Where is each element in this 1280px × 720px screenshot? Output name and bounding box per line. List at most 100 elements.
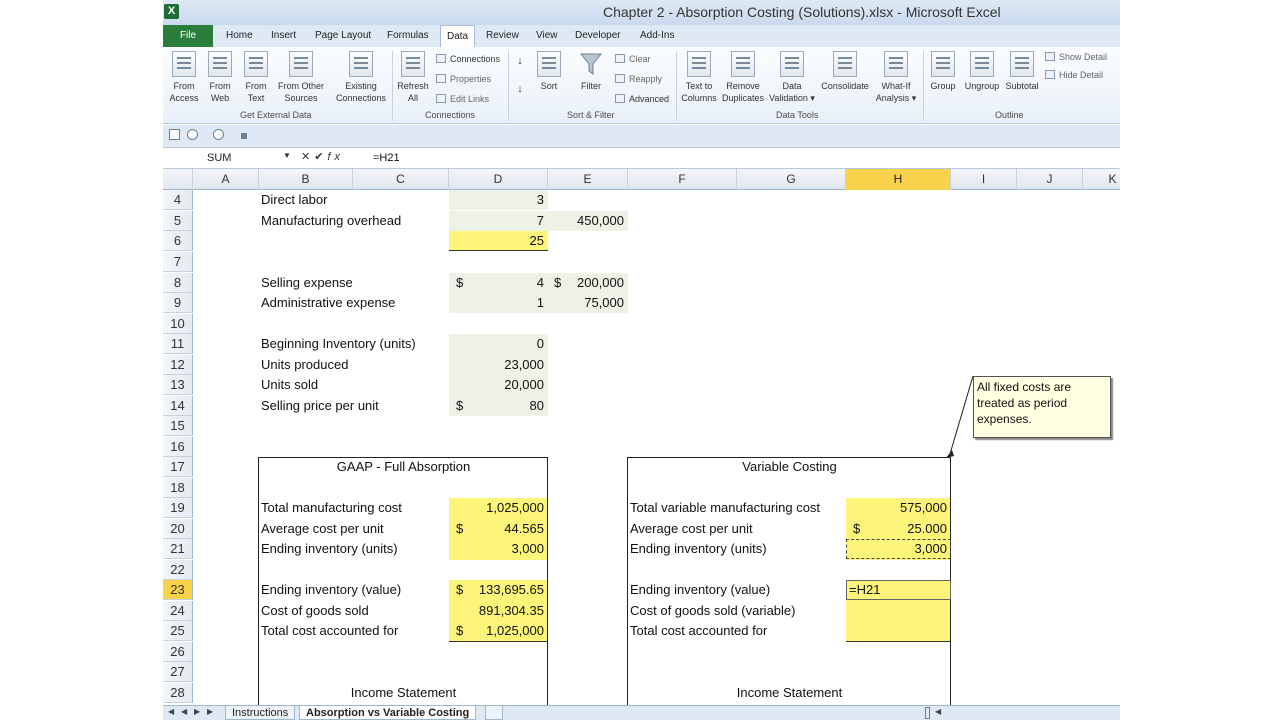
first-sheet-icon[interactable]: ◀ [168,707,174,716]
column-header-selected[interactable]: H [846,169,951,190]
row-header[interactable]: 25 [163,621,193,641]
column-header[interactable]: D [449,169,548,190]
column-header[interactable]: F [628,169,737,190]
tab-add-ins[interactable]: Add-Ins [640,25,674,47]
name-box[interactable]: SUM [163,149,295,167]
column-header[interactable]: J [1017,169,1083,190]
from-text-button[interactable]: From Text [242,51,270,104]
existing-connections-button[interactable]: Existing Connections [333,51,389,104]
column-header[interactable]: E [548,169,628,190]
row-header[interactable]: 28 [163,683,193,703]
tab-developer[interactable]: Developer [575,25,621,47]
consolidate-button[interactable]: Consolidate [819,51,871,92]
properties-button[interactable]: Properties [436,73,491,85]
text-to-columns-button[interactable]: Text to Columns [680,51,718,104]
undo-icon[interactable] [187,129,198,140]
row-header[interactable]: 6 [163,231,193,251]
row-header[interactable]: 21 [163,539,193,559]
row-header[interactable]: 27 [163,662,193,682]
editing-cell-text[interactable]: =H21 [849,580,880,600]
sheet-tab-instructions[interactable]: Instructions [225,706,296,720]
column-header[interactable]: C [353,169,449,190]
redo-icon[interactable] [213,129,224,140]
row-header[interactable]: 18 [163,478,193,498]
tab-page-layout[interactable]: Page Layout [315,25,371,47]
save-icon[interactable] [169,129,180,140]
refresh-all-button[interactable]: Refresh All [396,51,430,104]
enter-icon[interactable]: ✔ [314,151,327,163]
chevron-down-icon[interactable]: ▼ [283,151,291,160]
group-button[interactable]: Group [927,51,959,92]
formula-input[interactable]: =H21 [373,149,400,167]
sort-button[interactable]: Sort [535,51,563,92]
cell-comment[interactable]: All fixed costs are treated as period ex… [973,376,1111,438]
tab-review[interactable]: Review [486,25,519,47]
advanced-filter-button[interactable]: Advanced [615,93,669,105]
tab-formulas[interactable]: Formulas [387,25,429,47]
row-header[interactable]: 8 [163,273,193,293]
tab-insert[interactable]: Insert [271,25,296,47]
tab-file[interactable]: File [163,25,213,47]
row-header[interactable]: 19 [163,498,193,518]
insert-function-icon[interactable]: fx [327,151,344,163]
select-all-corner[interactable] [163,169,193,190]
insert-sheet-icon[interactable] [485,706,503,720]
connections-button[interactable]: Connections [436,53,500,65]
row-header[interactable]: 7 [163,252,193,272]
sheet-tab-absorption[interactable]: Absorption vs Variable Costing [299,706,477,720]
remove-duplicates-button[interactable]: Remove Duplicates [720,51,766,104]
from-other-sources-button[interactable]: From Other Sources [274,51,328,104]
row-header[interactable]: 20 [163,519,193,539]
excel-icon[interactable]: X [164,4,179,19]
row-header-selected[interactable]: 23 [163,580,193,600]
cancel-icon[interactable]: ✕ [301,151,314,163]
row-header[interactable]: 4 [163,190,193,210]
column-header[interactable]: B [259,169,353,190]
filter-button[interactable]: Filter [576,51,606,92]
last-sheet-icon[interactable]: ▶ [207,707,213,716]
tab-view[interactable]: View [536,25,558,47]
group-label-outline: Outline [995,110,1024,120]
next-sheet-icon[interactable]: ▶ [194,707,200,716]
edit-links-button[interactable]: Edit Links [436,93,489,105]
what-if-analysis-button[interactable]: What-If Analysis ▾ [873,51,919,104]
reapply-button[interactable]: Reapply [615,73,662,85]
value-cell: 23,000 [504,357,544,372]
row-header[interactable]: 17 [163,457,193,477]
data-validation-button[interactable]: Data Validation ▾ [767,51,817,104]
tab-split-handle[interactable] [925,707,930,719]
row-header[interactable]: 24 [163,601,193,621]
prev-sheet-icon[interactable]: ◀ [181,707,187,716]
row-header[interactable]: 12 [163,355,193,375]
sort-az-icon[interactable]: ↓ [513,55,527,67]
hide-detail-button[interactable]: Hide Detail [1045,69,1103,81]
row-header[interactable]: 13 [163,375,193,395]
from-access-button[interactable]: From Access [169,51,199,104]
customize-qat-icon[interactable] [241,133,247,139]
row-header[interactable]: 15 [163,416,193,436]
from-web-button[interactable]: From Web [206,51,234,104]
row-header[interactable]: 10 [163,314,193,334]
row-header[interactable]: 5 [163,211,193,231]
tab-home[interactable]: Home [226,25,253,47]
ungroup-button[interactable]: Ungroup [961,51,1003,92]
column-header[interactable]: I [951,169,1017,190]
formula-bar: SUM ▼ ✕✔fx =H21 [163,147,1120,169]
row-header[interactable]: 9 [163,293,193,313]
funnel-icon [579,51,603,77]
subtotal-button[interactable]: Subtotal [1003,51,1041,92]
column-header[interactable]: K [1083,169,1120,190]
sort-za-icon[interactable]: ↓ [513,83,527,95]
row-header[interactable]: 22 [163,560,193,580]
scroll-left-icon[interactable]: ◀ [935,707,941,716]
column-header[interactable]: A [193,169,259,190]
worksheet-grid[interactable]: A B C D E F G H I J K 4 5 6 7 8 9 10 11 … [163,169,1120,705]
row-header[interactable]: 16 [163,437,193,457]
row-header[interactable]: 14 [163,396,193,416]
column-header[interactable]: G [737,169,846,190]
row-header[interactable]: 26 [163,642,193,662]
show-detail-button[interactable]: Show Detail [1045,51,1107,63]
row-header[interactable]: 11 [163,334,193,354]
tab-data[interactable]: Data [440,25,476,47]
clear-filter-button[interactable]: Clear [615,53,651,65]
